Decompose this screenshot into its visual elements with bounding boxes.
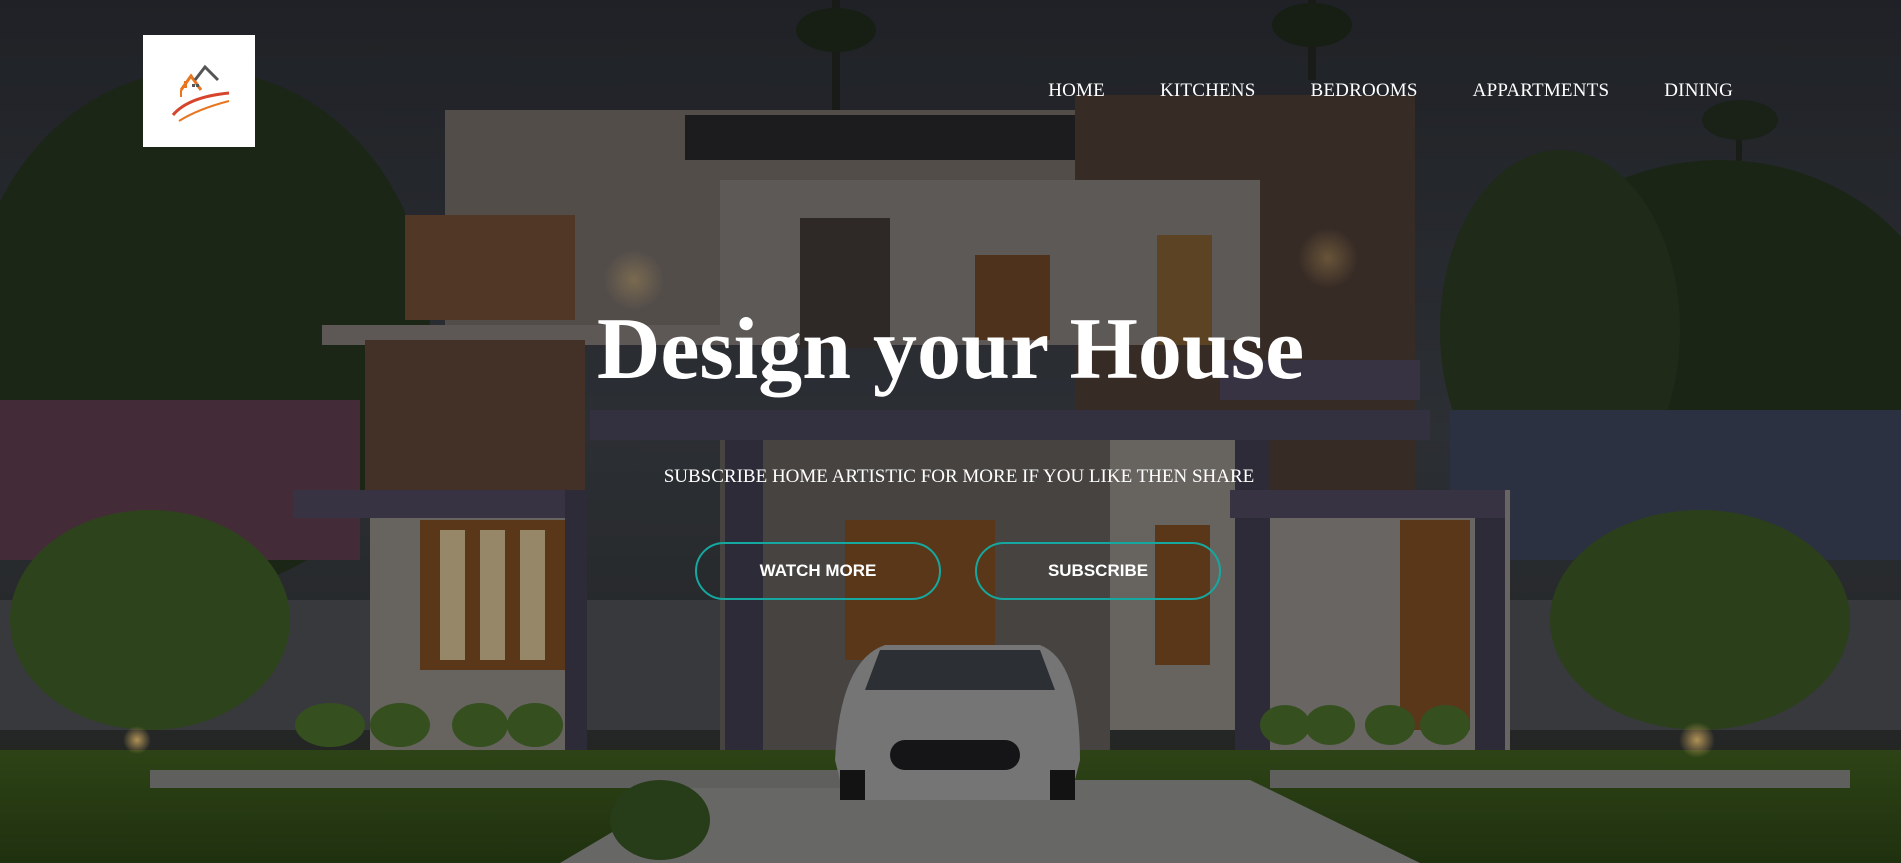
site-logo[interactable] — [143, 35, 255, 147]
nav-item-bedrooms[interactable]: BEDROOMS — [1310, 78, 1417, 104]
house-logo-icon — [171, 64, 230, 122]
nav-item-appartments[interactable]: APPARTMENTS — [1473, 78, 1610, 104]
nav-item-home[interactable]: HOME — [1048, 78, 1105, 104]
hero-subtitle: SUBSCRIBE HOME ARTISTIC FOR MORE IF YOU … — [663, 466, 1255, 487]
nav-item-kitchens[interactable]: KITCHENS — [1160, 78, 1256, 104]
hero-section: HOME KITCHENS BEDROOMS APPARTMENTS DININ… — [0, 0, 1901, 863]
hero-title: Design your House — [596, 301, 1305, 398]
nav-item-dining[interactable]: DINING — [1664, 78, 1733, 104]
subscribe-button[interactable]: SUBSCRIBE — [975, 542, 1221, 600]
main-nav: HOME KITCHENS BEDROOMS APPARTMENTS DININ… — [1048, 78, 1733, 104]
hero-background-image — [0, 0, 1901, 863]
watch-more-button[interactable]: WATCH MORE — [695, 542, 941, 600]
